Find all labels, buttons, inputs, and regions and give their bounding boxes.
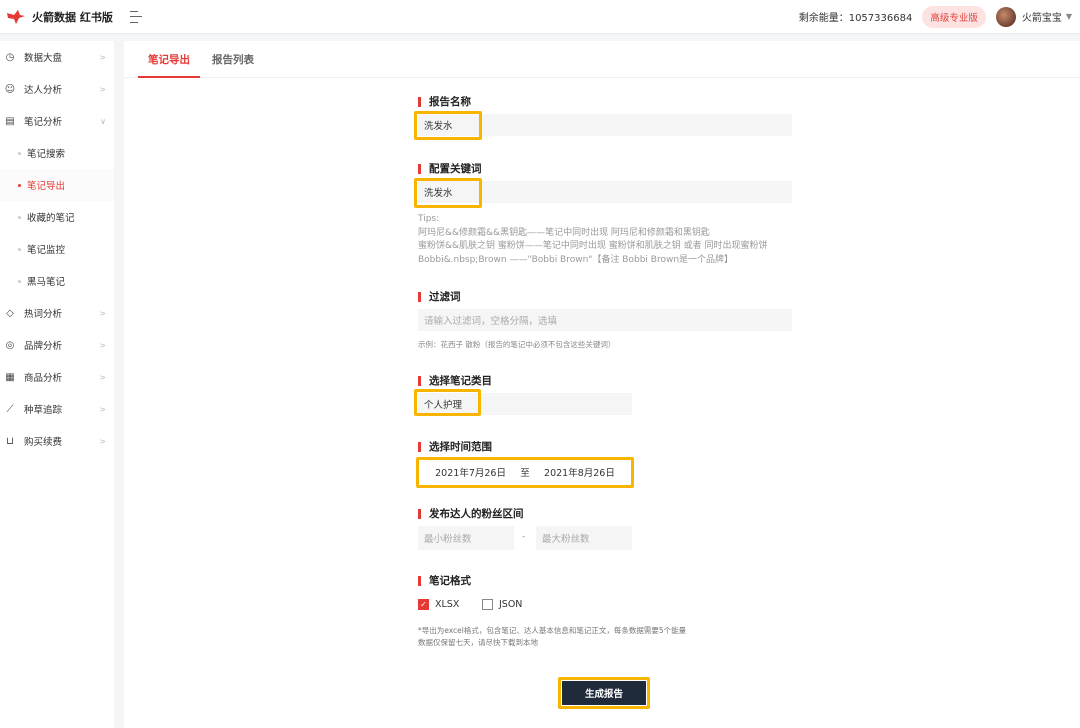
- highlight-box: [416, 457, 634, 488]
- highlight-box: [414, 111, 482, 140]
- filter-title: 过滤词: [418, 289, 461, 304]
- rocket-logo-icon: [6, 9, 26, 25]
- tips-line: 阿玛尼&&修颜霜&&黑钥匙——笔记中同时出现 阿玛尼和修颜霜和黑钥匙: [418, 227, 710, 238]
- sidebar-item-label: 商品分析: [24, 373, 63, 384]
- format-option-label: JSON: [499, 599, 523, 610]
- sidebar-subitem-note-export[interactable]: 笔记导出: [0, 169, 114, 201]
- chevron-right-icon: >: [99, 52, 106, 62]
- filter-hint: 示例：花西子 散粉（报告的笔记中必须不包含这些关键词）: [418, 340, 616, 349]
- energy-balance: 剩余能量：1057336684: [798, 13, 913, 24]
- format-option-json[interactable]: JSON: [482, 599, 522, 610]
- tag-icon: ◇: [6, 307, 14, 319]
- highlight-box: [414, 178, 482, 208]
- note-line: *导出为excel格式，包含笔记、达人基本信息和笔记正文，每条数据需要5个能量: [418, 626, 687, 635]
- clock-icon: ◷: [5, 51, 15, 63]
- format-option-xlsx[interactable]: ✓ XLSX: [418, 599, 459, 610]
- dot-icon: [18, 279, 21, 283]
- sidebar-item-goods[interactable]: ▦ 商品分析 >: [0, 361, 114, 393]
- logo[interactable]: 火箭数据 红书版: [0, 9, 122, 25]
- menu-toggle-icon[interactable]: [130, 10, 146, 23]
- avatar[interactable]: [995, 6, 1016, 27]
- highlight-box: [558, 677, 650, 709]
- chevron-right-icon: >: [99, 404, 106, 414]
- chevron-right-icon: >: [99, 436, 106, 446]
- fans-range-title: 发布达人的粉丝区间: [418, 506, 524, 521]
- sidebar-item-label: 达人分析: [24, 85, 63, 96]
- sidebar-item-hotwords[interactable]: ◇ 热词分析 >: [0, 297, 114, 329]
- keywords-title: 配置关键词: [418, 161, 482, 176]
- range-dash: -: [522, 532, 526, 542]
- format-title: 笔记格式: [418, 573, 471, 588]
- checkbox-checked-icon[interactable]: ✓: [418, 599, 429, 610]
- users-icon: ☺: [4, 83, 16, 95]
- brand-icon: ◎: [5, 339, 15, 351]
- chevron-right-icon: >: [99, 372, 106, 382]
- note-icon: ▤: [5, 115, 15, 127]
- dot-icon: [18, 215, 21, 219]
- sidebar-item-notes[interactable]: ▤ 笔记分析 ∨: [0, 105, 114, 137]
- max-fans-input[interactable]: 最大粉丝数: [536, 526, 632, 550]
- tab-bar: 笔记导出 报告列表: [124, 41, 1080, 78]
- sidebar-item-influencer[interactable]: ☺ 达人分析 >: [0, 73, 114, 105]
- sidebar-item-label: 笔记分析: [24, 117, 63, 128]
- sidebar-subitem-note-search[interactable]: 笔记搜索: [0, 137, 114, 169]
- min-fans-input[interactable]: 最小粉丝数: [418, 526, 514, 550]
- sidebar-subitem-monitor[interactable]: 笔记监控: [0, 233, 114, 265]
- sidebar-item-label: 热词分析: [24, 309, 63, 320]
- sidebar-item-label: 黑马笔记: [27, 277, 66, 288]
- top-header: 火箭数据 红书版 剩余能量：1057336684 高级专业版 火箭宝宝 ▼: [0, 0, 1080, 34]
- highlight-box: [414, 389, 481, 416]
- plan-badge[interactable]: 高级专业版: [922, 5, 986, 28]
- tab-report-list[interactable]: 报告列表: [202, 52, 264, 77]
- category-title: 选择笔记类目: [418, 373, 492, 388]
- keyword-tips: Tips: 阿玛尼&&修颜霜&&黑钥匙——笔记中同时出现 阿玛尼和修颜霜和黑钥匙…: [418, 213, 798, 267]
- sidebar-item-label: 笔记导出: [27, 181, 66, 192]
- sidebar-subitem-dark-horse[interactable]: 黑马笔记: [0, 265, 114, 297]
- sidebar-item-brands[interactable]: ◎ 品牌分析 >: [0, 329, 114, 361]
- sidebar-item-tracking[interactable]: ⟋ 种草追踪 >: [0, 393, 114, 425]
- chevron-right-icon: >: [99, 84, 106, 94]
- dot-icon: [18, 183, 21, 187]
- app-title: 火箭数据 红书版: [32, 10, 113, 24]
- sidebar-item-purchase[interactable]: ⊔ 购买续费 >: [0, 425, 114, 457]
- sidebar-item-label: 种草追踪: [24, 405, 63, 416]
- tips-line: 蜜粉饼&&肌肤之钥 蜜粉饼——笔记中同时出现 蜜粉饼和肌肤之钥 或者 同时出现蜜…: [418, 241, 768, 251]
- goods-icon: ▦: [5, 371, 15, 383]
- time-range-title: 选择时间范围: [418, 439, 492, 454]
- sidebar: ◷ 数据大盘 > ☺ 达人分析 > ▤ 笔记分析 ∨ 笔记搜索 笔记导出 收藏的…: [0, 41, 114, 728]
- cart-icon: ⊔: [6, 435, 14, 447]
- sidebar-item-dashboard[interactable]: ◷ 数据大盘 >: [0, 41, 114, 73]
- tips-line: Tips:: [418, 214, 440, 224]
- filter-input[interactable]: 请输入过滤词，空格分隔，选填: [418, 309, 792, 331]
- trend-icon: ⟋: [6, 403, 14, 415]
- sidebar-item-label: 购买续费: [24, 437, 63, 448]
- checkbox-icon[interactable]: [482, 599, 493, 610]
- main-panel: 笔记导出 报告列表 报告名称 洗发水 配置关键词 洗发水 Tips: 阿玛尼&&…: [124, 41, 1080, 728]
- tips-line: Bobbi&.nbsp;Brown ——"Bobbi Brown"【备注 Bob…: [418, 254, 734, 265]
- sidebar-item-label: 笔记搜索: [27, 149, 66, 160]
- note-line: 数据仅保留七天，请尽快下载到本地: [418, 638, 538, 647]
- format-note: *导出为excel格式，包含笔记、达人基本信息和笔记正文，每条数据需要5个能量 …: [418, 625, 738, 649]
- chevron-down-icon: ∨: [100, 116, 106, 126]
- sidebar-item-label: 品牌分析: [24, 341, 63, 352]
- sidebar-item-label: 笔记监控: [27, 245, 66, 256]
- chevron-right-icon: >: [99, 340, 106, 350]
- sidebar-item-label: 收藏的笔记: [27, 213, 75, 224]
- tab-note-export[interactable]: 笔记导出: [138, 52, 200, 78]
- sidebar-item-label: 数据大盘: [24, 53, 63, 64]
- format-option-label: XLSX: [435, 599, 460, 610]
- report-name-title: 报告名称: [418, 94, 471, 109]
- chevron-right-icon: >: [99, 308, 106, 318]
- username[interactable]: 火箭宝宝: [1022, 9, 1062, 24]
- chevron-down-icon[interactable]: ▼: [1066, 12, 1072, 21]
- dot-icon: [18, 151, 21, 155]
- sidebar-subitem-favorites[interactable]: 收藏的笔记: [0, 201, 114, 233]
- dot-icon: [18, 247, 21, 251]
